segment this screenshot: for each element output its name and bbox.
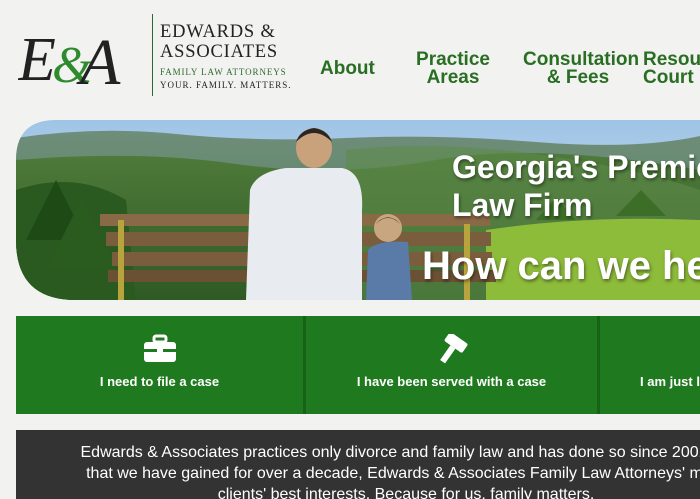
action-panel: I need to file a case I have been served… — [16, 316, 700, 414]
nav-resources[interactable]: Resour Court — [643, 50, 700, 88]
site-header: E & A EDWARDS & ASSOCIATES FAMILY LAW AT… — [0, 0, 700, 112]
description-line3: clients' best interests. Because for us,… — [217, 486, 595, 499]
nav-consult-line2: & Fees — [546, 67, 610, 88]
svg-text:E: E — [18, 26, 56, 94]
firm-name-line2: ASSOCIATES — [160, 42, 278, 62]
gavel-icon — [439, 334, 467, 364]
action-label: I need to file a case — [99, 374, 220, 389]
action-served-case[interactable]: I have been served with a case — [306, 316, 600, 414]
nav-consultation-fees[interactable]: Consultation & Fees — [523, 50, 639, 88]
nav-practice-areas[interactable]: Practice Areas — [413, 50, 493, 88]
nav-practice-line2: Areas — [426, 67, 480, 88]
briefcase-icon — [143, 334, 176, 362]
action-label: I am just l — [640, 374, 700, 389]
firm-subtitle: FAMILY LAW ATTORNEYS — [160, 67, 287, 77]
description-text: Edwards & Associates practices only divo… — [46, 442, 700, 499]
firm-name: EDWARDS & ASSOCIATES — [160, 22, 290, 62]
hero-banner: Georgia's Premie Law Firm How can we he — [16, 120, 700, 300]
action-label: I have been served with a case — [356, 374, 547, 389]
hero-title-line2: Law Firm — [452, 187, 593, 223]
nav-resources-line2: Court — [643, 67, 694, 88]
action-just-looking[interactable]: I am just l — [600, 316, 700, 414]
firm-name-line1: EDWARDS & — [160, 22, 276, 42]
site-logo[interactable]: E & A EDWARDS & ASSOCIATES FAMILY LAW AT… — [18, 14, 291, 98]
hero-title: Georgia's Premie Law Firm — [452, 148, 700, 224]
svg-text:A: A — [76, 26, 121, 94]
nav-about[interactable]: About — [320, 59, 375, 78]
firm-description: Edwards & Associates practices only divo… — [16, 430, 700, 499]
hero-question: How can we he — [422, 244, 700, 288]
logo-monogram: E & A — [18, 26, 121, 94]
description-line2: that we have gained for over a decade, E… — [86, 465, 700, 482]
firm-tagline: YOUR. FAMILY. MATTERS. — [160, 80, 292, 90]
description-line1: Edwards & Associates practices only divo… — [80, 444, 700, 461]
action-file-case[interactable]: I need to file a case — [16, 316, 306, 414]
logo-divider — [152, 14, 153, 96]
hero-title-line1: Georgia's Premie — [452, 149, 700, 185]
